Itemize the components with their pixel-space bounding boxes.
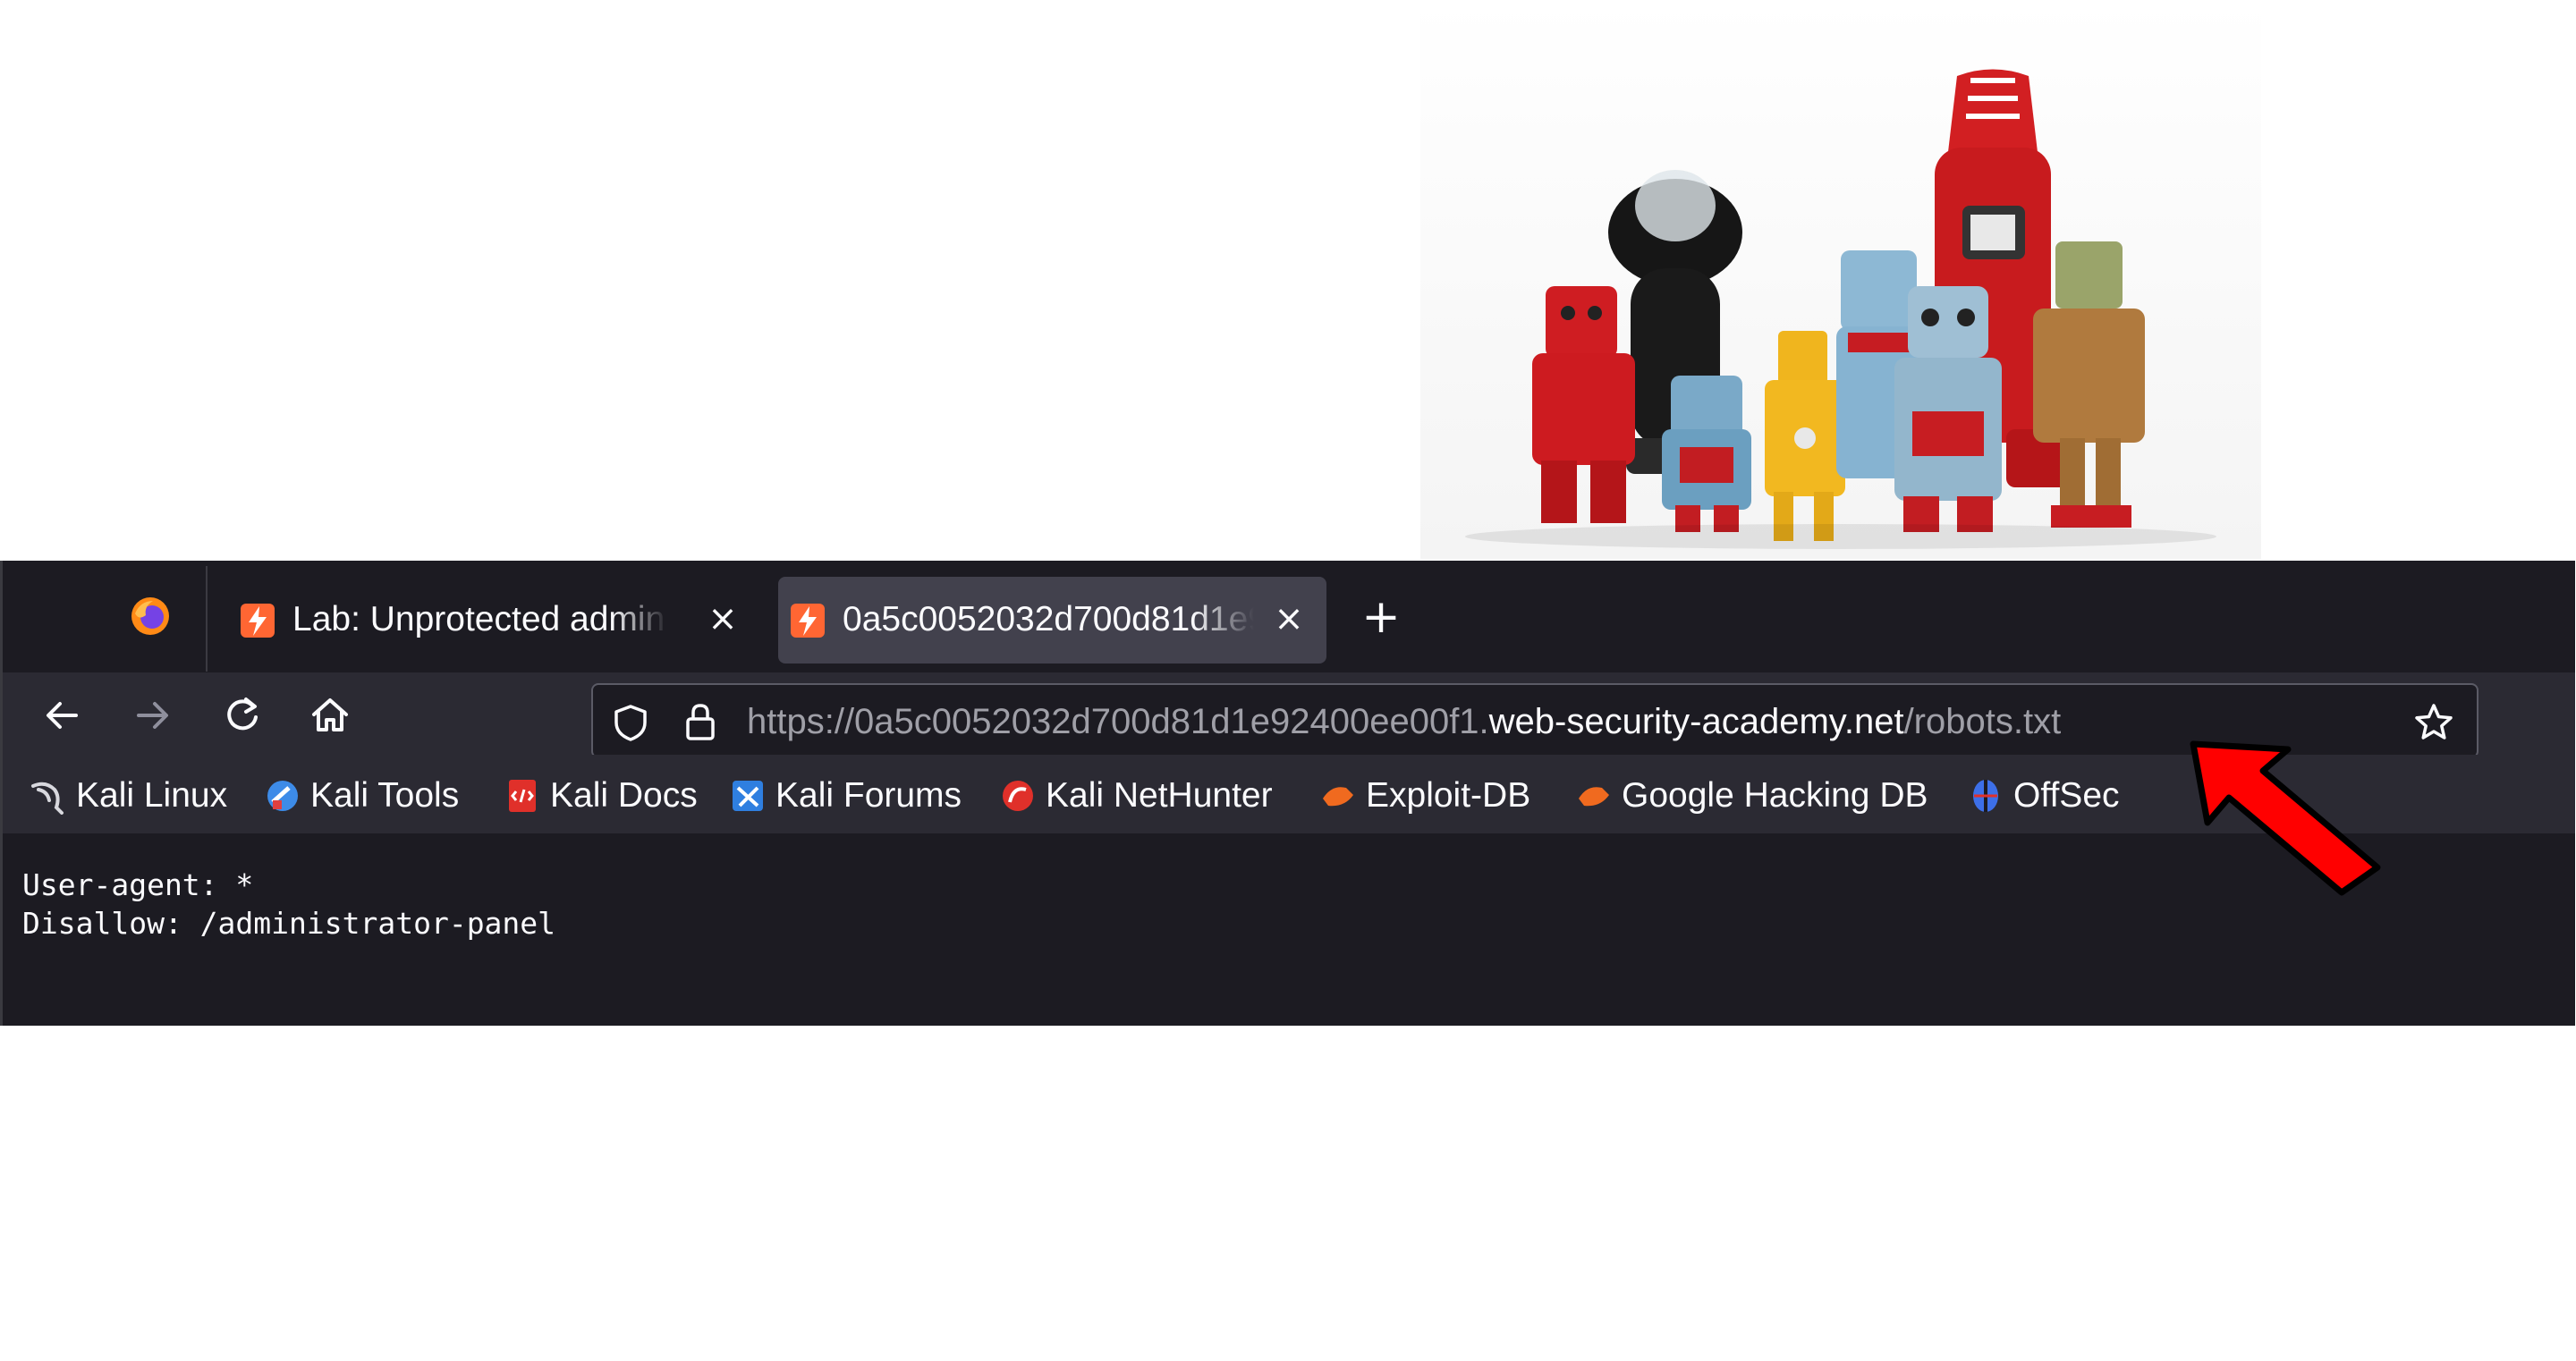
bookmark-label: Kali Linux — [76, 776, 228, 815]
home-button[interactable] — [305, 690, 355, 740]
bookmark-kali-docs[interactable]: Kali Docs — [504, 774, 698, 817]
bookmark-star-icon[interactable] — [2412, 701, 2455, 744]
kali-nethunter-icon — [1003, 781, 1033, 811]
kali-forums-icon — [733, 781, 763, 811]
bookmark-label: Kali Tools — [310, 776, 460, 815]
tab-title: 0a5c0052032d700d81d1e92400ee00f1.web-sec… — [843, 600, 1254, 638]
grey-blue-robot — [1894, 286, 2002, 532]
url-prefix: https://0a5c0052032d700d81d1e92400ee00f1… — [747, 702, 1489, 741]
bookmark-label: Kali Docs — [550, 776, 698, 815]
bookmark-kali-forums[interactable]: Kali Forums — [729, 774, 962, 817]
tab-title: Lab: Unprotected admin functionality — [292, 600, 668, 638]
bookmark-exploit-db[interactable]: Exploit-DB — [1319, 774, 1530, 817]
tab-robots[interactable]: 0a5c0052032d700d81d1e92400ee00f1.web-sec… — [778, 577, 1326, 664]
firefox-icon[interactable] — [130, 596, 171, 637]
robots-line-disallow: Disallow: /administrator-panel — [22, 906, 556, 941]
home-icon — [312, 698, 348, 731]
back-arrow-icon — [47, 702, 78, 729]
bookmark-kali-linux[interactable]: Kali Linux — [30, 774, 227, 817]
url-text[interactable]: https://0a5c0052032d700d81d1e92400ee00f1… — [747, 697, 2061, 746]
offsec-icon — [1973, 780, 1998, 812]
bookmark-label: OffSec — [2013, 776, 2120, 815]
bookmark-offsec[interactable]: OffSec — [1967, 774, 2120, 817]
new-tab-button[interactable]: + — [1359, 594, 1403, 641]
red-arrow-annotation — [2190, 740, 2381, 896]
bookmark-kali-nethunter[interactable]: Kali NetHunter — [999, 774, 1273, 817]
kali-tools-icon — [267, 781, 298, 811]
bookmark-label: Exploit-DB — [1366, 776, 1531, 815]
robots-line-user-agent: User-agent: * — [22, 867, 254, 902]
bookmark-label: Kali NetHunter — [1046, 776, 1273, 815]
tracking-protection-shield-icon[interactable] — [611, 703, 650, 742]
back-button[interactable] — [37, 690, 87, 740]
close-tab-icon[interactable]: × — [702, 598, 743, 639]
ghdb-icon — [1579, 787, 1609, 807]
bookmark-google-hacking-db[interactable]: Google Hacking DB — [1575, 774, 1928, 817]
tab-lab[interactable]: Lab: Unprotected admin functionality × — [228, 577, 752, 664]
tab-strip: Lab: Unprotected admin functionality × 0… — [3, 561, 2575, 672]
reload-icon — [227, 697, 258, 731]
robots-txt-text: User-agent: * Disallow: /administrator-p… — [22, 866, 555, 943]
tab-separator — [206, 566, 208, 672]
blue-small-robot — [1662, 376, 1751, 532]
kali-dragon-icon — [31, 782, 64, 815]
forward-button[interactable] — [128, 690, 178, 740]
robot-illustration — [1465, 69, 2216, 549]
lock-icon[interactable] — [681, 701, 720, 742]
url-host: web-security-academy.net — [1488, 702, 1904, 741]
yellow-robot — [1765, 331, 1845, 541]
small-red-robot — [1532, 286, 1635, 523]
forward-arrow-icon — [137, 702, 168, 729]
lightning-icon — [241, 604, 275, 638]
bookmark-label: Kali Forums — [775, 776, 962, 815]
bookmark-kali-tools[interactable]: Kali Tools — [264, 774, 459, 817]
exploit-db-icon — [1323, 787, 1353, 807]
robots-image — [1420, 0, 2261, 559]
close-tab-icon[interactable]: × — [1268, 598, 1309, 639]
bookmark-label: Google Hacking DB — [1622, 776, 1928, 815]
url-path: /robots.txt — [1903, 702, 2062, 741]
reload-button[interactable] — [217, 690, 267, 740]
kali-docs-icon — [509, 780, 536, 812]
lightning-icon — [791, 604, 825, 638]
